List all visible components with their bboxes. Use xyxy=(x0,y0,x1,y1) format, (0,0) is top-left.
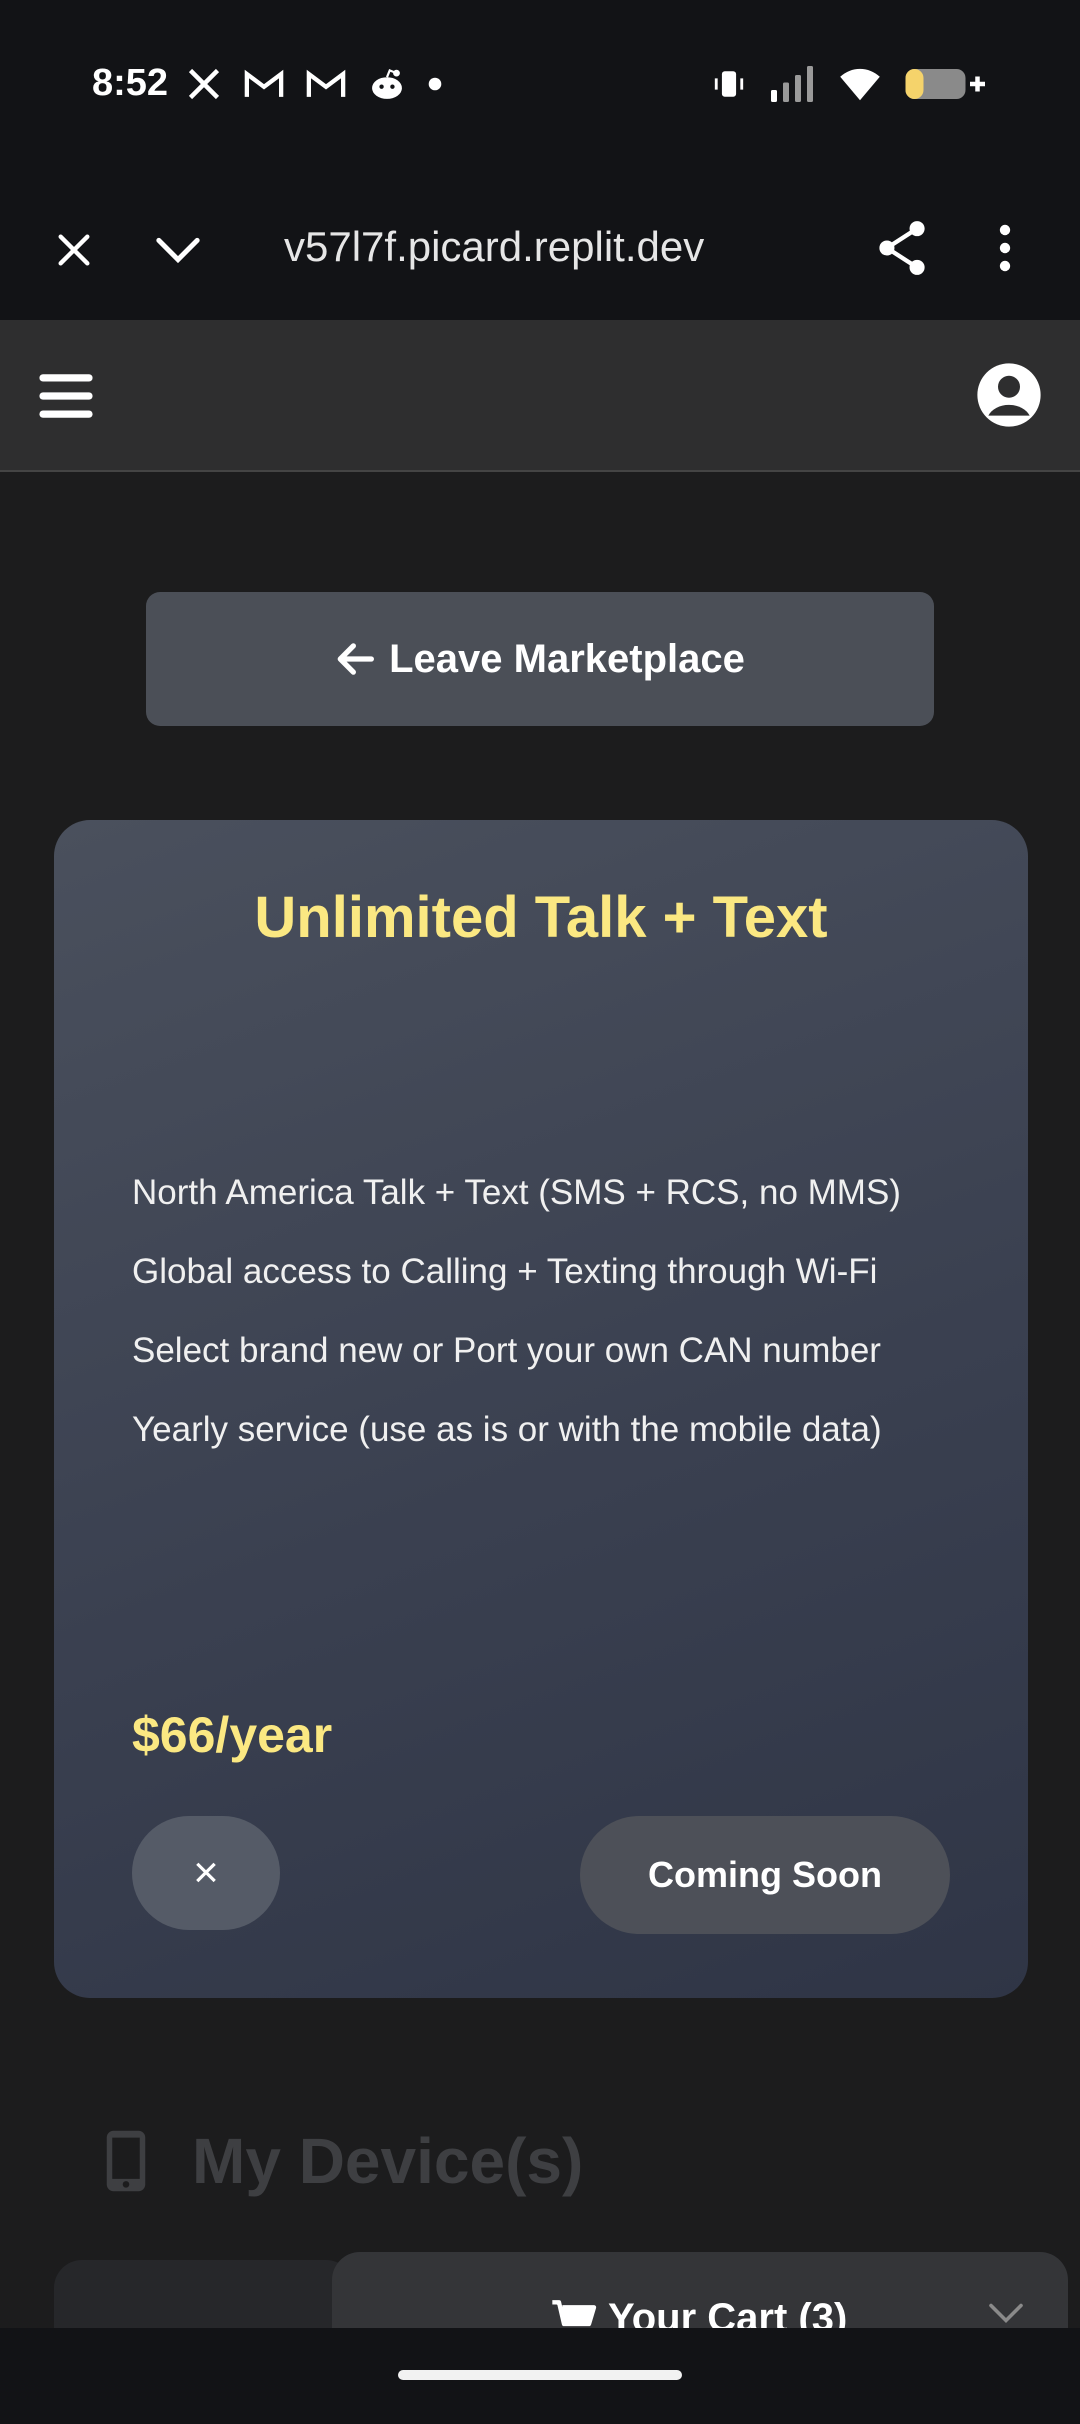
account-button[interactable] xyxy=(974,360,1044,430)
more-vertical-icon xyxy=(999,224,1011,272)
hamburger-icon xyxy=(39,374,93,418)
system-icons xyxy=(712,66,988,102)
plan-title: Unlimited Talk + Text xyxy=(254,885,828,950)
plan-price: $66/year xyxy=(132,1707,333,1763)
gmail-icon xyxy=(244,69,284,97)
share-button[interactable] xyxy=(870,216,934,280)
browser-toolbar: v57l7f.picard.replit.dev xyxy=(0,180,1080,320)
leave-marketplace-button[interactable]: Leave Marketplace xyxy=(146,592,934,726)
plan-card: Unlimited Talk + Text North America Talk… xyxy=(54,820,1028,1998)
menu-button[interactable] xyxy=(34,364,98,428)
vibrate-icon xyxy=(714,71,744,97)
url-display[interactable]: v57l7f.picard.replit.dev xyxy=(284,223,704,271)
home-indicator[interactable] xyxy=(398,2370,682,2380)
feature-item: Yearly service (use as is or with the mo… xyxy=(132,1410,882,1449)
feature-list: North America Talk + Text (SMS + RCS, no… xyxy=(132,1168,901,1484)
close-tab-button[interactable] xyxy=(44,220,104,280)
status-time: 8:52 xyxy=(92,62,169,104)
system-nav-bar xyxy=(0,2328,1080,2424)
my-devices-label: My Device(s) xyxy=(192,2125,584,2197)
share-icon xyxy=(879,221,925,275)
battery-icon xyxy=(905,69,985,99)
chevron-down-icon xyxy=(156,237,200,264)
reddit-icon xyxy=(372,69,402,99)
more-options-button[interactable] xyxy=(980,216,1030,280)
chevron-down-icon[interactable] xyxy=(988,2302,1024,2324)
dot-icon xyxy=(428,77,442,91)
gmail-icon xyxy=(306,69,346,97)
my-devices-heading: My Device(s) xyxy=(100,2124,583,2198)
x-icon xyxy=(188,68,220,100)
arrow-left-icon xyxy=(337,643,375,675)
status-bar: 8:52 xyxy=(0,0,1080,180)
feature-item: Global access to Calling + Texting throu… xyxy=(132,1252,878,1291)
signal-icon xyxy=(771,66,813,102)
feature-item: Select brand new or Port your own CAN nu… xyxy=(132,1331,881,1370)
user-circle-icon xyxy=(977,363,1041,427)
wifi-icon xyxy=(840,68,880,101)
close-icon xyxy=(58,234,90,266)
mobile-phone-icon xyxy=(106,2130,146,2192)
minimize-button[interactable] xyxy=(148,220,208,280)
coming-soon-button[interactable]: Coming Soon xyxy=(580,1816,950,1934)
leave-marketplace-label: Leave Marketplace xyxy=(389,636,745,681)
app-header xyxy=(0,320,1080,472)
dismiss-plan-button[interactable]: × xyxy=(132,1816,280,1930)
feature-item: North America Talk + Text (SMS + RCS, no… xyxy=(132,1173,901,1212)
notification-icons xyxy=(186,66,442,102)
